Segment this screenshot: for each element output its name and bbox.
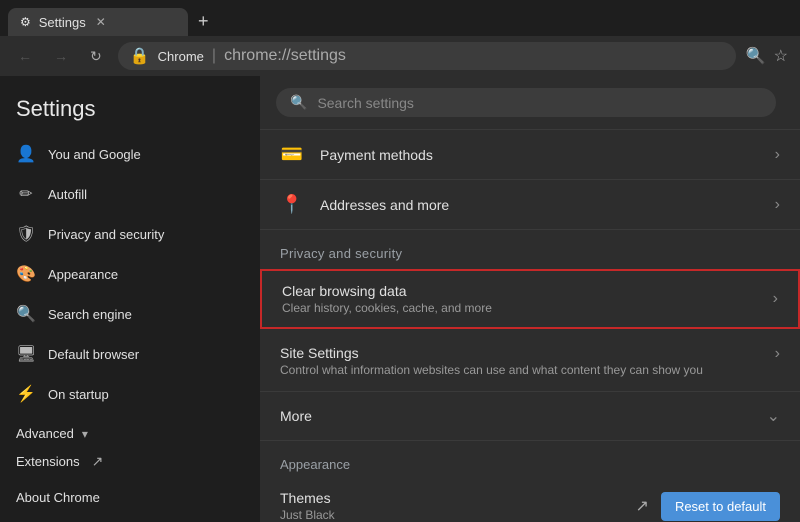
search-input-wrap[interactable]: 🔍 bbox=[276, 88, 776, 117]
sidebar-item-extensions[interactable]: Extensions ↗ bbox=[0, 445, 252, 480]
more-arrow-icon: ⌄ bbox=[767, 406, 780, 426]
clear-browsing-arrow-icon: › bbox=[773, 290, 778, 308]
themes-subtitle: Just Black bbox=[280, 508, 620, 522]
location-icon: 📍 bbox=[280, 194, 304, 215]
clear-browsing-title: Clear browsing data bbox=[282, 283, 757, 299]
payment-icon: 💳 bbox=[280, 144, 304, 165]
search-bar: 🔍 bbox=[260, 76, 800, 130]
addresses-row[interactable]: 📍 Addresses and more › bbox=[260, 180, 800, 230]
sidebar-item-on-startup[interactable]: ⚡ On startup bbox=[0, 374, 252, 414]
titlebar: ⚙ Settings ✕ + bbox=[0, 0, 800, 36]
main-layout: Settings 👤 You and Google ✏ Autofill 🛡 P… bbox=[0, 76, 800, 522]
site-settings-title: Site Settings bbox=[280, 345, 759, 361]
url-bar[interactable]: 🔒 Chrome | chrome://settings bbox=[118, 42, 736, 70]
address-actions: 🔍 ☆ bbox=[746, 46, 788, 66]
appearance-section-header: Appearance bbox=[260, 441, 800, 478]
browser-icon: 🖥 bbox=[16, 344, 36, 364]
search-input[interactable] bbox=[317, 95, 762, 111]
person-icon: 👤 bbox=[16, 144, 36, 164]
clear-browsing-text: Clear browsing data Clear history, cooki… bbox=[282, 283, 757, 315]
url-divider: | bbox=[212, 47, 216, 65]
privacy-section-header: Privacy and security bbox=[260, 230, 800, 267]
sidebar-item-you-and-google[interactable]: 👤 You and Google bbox=[0, 134, 252, 174]
themes-row[interactable]: Themes Just Black ↗ Reset to default bbox=[260, 478, 800, 522]
site-settings-text: Site Settings Control what information w… bbox=[280, 345, 759, 377]
back-button[interactable]: ← bbox=[12, 44, 38, 68]
appearance-icon: 🎨 bbox=[16, 264, 36, 284]
payment-arrow-icon: › bbox=[775, 146, 780, 164]
addresses-text: Addresses and more bbox=[320, 197, 759, 213]
content-area: 🔍 💳 Payment methods › 📍 Addresses and mo… bbox=[260, 76, 800, 522]
url-site: Chrome bbox=[158, 49, 204, 64]
shield-icon: 🛡 bbox=[16, 224, 36, 244]
sidebar-label-privacy: Privacy and security bbox=[48, 227, 164, 242]
addresses-arrow-icon: › bbox=[775, 196, 780, 214]
payment-methods-row[interactable]: 💳 Payment methods › bbox=[260, 130, 800, 180]
reset-to-default-button[interactable]: Reset to default bbox=[661, 492, 780, 521]
search-icon: 🔍 bbox=[290, 94, 307, 111]
site-settings-subtitle: Control what information websites can us… bbox=[280, 363, 759, 377]
lock-icon: 🔒 bbox=[130, 46, 150, 66]
sidebar-label-autofill: Autofill bbox=[48, 187, 87, 202]
content-body: 💳 Payment methods › 📍 Addresses and more… bbox=[260, 130, 800, 522]
clear-browsing-row[interactable]: Clear browsing data Clear history, cooki… bbox=[260, 269, 800, 329]
new-tab-button[interactable]: + bbox=[190, 7, 217, 36]
advanced-arrow: ▾ bbox=[82, 427, 88, 441]
site-settings-arrow-icon: › bbox=[775, 345, 780, 363]
themes-text: Themes Just Black bbox=[280, 490, 620, 522]
payment-methods-text: Payment methods bbox=[320, 147, 759, 163]
payment-methods-title: Payment methods bbox=[320, 147, 759, 163]
url-path: chrome://settings bbox=[224, 47, 346, 65]
themes-external-icon[interactable]: ↗ bbox=[636, 496, 649, 516]
clear-browsing-subtitle: Clear history, cookies, cache, and more bbox=[282, 301, 757, 315]
sidebar-label-extensions: Extensions bbox=[16, 454, 80, 469]
tab-favicon: ⚙ bbox=[20, 15, 31, 29]
forward-button[interactable]: → bbox=[48, 44, 74, 68]
sidebar-item-autofill[interactable]: ✏ Autofill bbox=[0, 174, 252, 214]
extensions-external-icon: ↗ bbox=[92, 453, 104, 470]
themes-actions: ↗ Reset to default bbox=[636, 492, 780, 521]
more-label: More bbox=[280, 408, 767, 424]
addresses-title: Addresses and more bbox=[320, 197, 759, 213]
sidebar-label-default-browser: Default browser bbox=[48, 347, 139, 362]
sidebar-title: Settings bbox=[0, 92, 260, 134]
site-settings-row[interactable]: Site Settings Control what information w… bbox=[260, 331, 800, 392]
sidebar-label-appearance: Appearance bbox=[48, 267, 118, 282]
sidebar-item-default-browser[interactable]: 🖥 Default browser bbox=[0, 334, 252, 374]
sidebar-label-you-and-google: You and Google bbox=[48, 147, 141, 162]
bookmark-icon[interactable]: ☆ bbox=[774, 46, 788, 66]
sidebar-label-search-engine: Search engine bbox=[48, 307, 132, 322]
autofill-icon: ✏ bbox=[16, 184, 36, 204]
sidebar: Settings 👤 You and Google ✏ Autofill 🛡 P… bbox=[0, 76, 260, 522]
sidebar-item-privacy[interactable]: 🛡 Privacy and security bbox=[0, 214, 252, 254]
sidebar-item-about-chrome[interactable]: About Chrome bbox=[0, 480, 252, 515]
sidebar-label-about-chrome: About Chrome bbox=[16, 490, 100, 505]
active-tab[interactable]: ⚙ Settings ✕ bbox=[8, 8, 188, 36]
tab-title: Settings bbox=[39, 15, 86, 30]
page-search-icon[interactable]: 🔍 bbox=[746, 46, 766, 66]
tab-bar: ⚙ Settings ✕ + bbox=[8, 0, 792, 36]
sidebar-item-appearance[interactable]: 🎨 Appearance bbox=[0, 254, 252, 294]
sidebar-item-search-engine[interactable]: 🔍 Search engine bbox=[0, 294, 252, 334]
sidebar-label-on-startup: On startup bbox=[48, 387, 109, 402]
themes-title: Themes bbox=[280, 490, 620, 506]
more-row[interactable]: More ⌄ bbox=[260, 392, 800, 441]
tab-close-button[interactable]: ✕ bbox=[94, 13, 108, 31]
advanced-label: Advanced bbox=[16, 426, 74, 441]
sidebar-advanced-section[interactable]: Advanced ▾ bbox=[0, 414, 260, 445]
startup-icon: ⚡ bbox=[16, 384, 36, 404]
search-icon: 🔍 bbox=[16, 304, 36, 324]
reload-button[interactable]: ↻ bbox=[84, 44, 108, 69]
address-bar: ← → ↻ 🔒 Chrome | chrome://settings 🔍 ☆ bbox=[0, 36, 800, 76]
